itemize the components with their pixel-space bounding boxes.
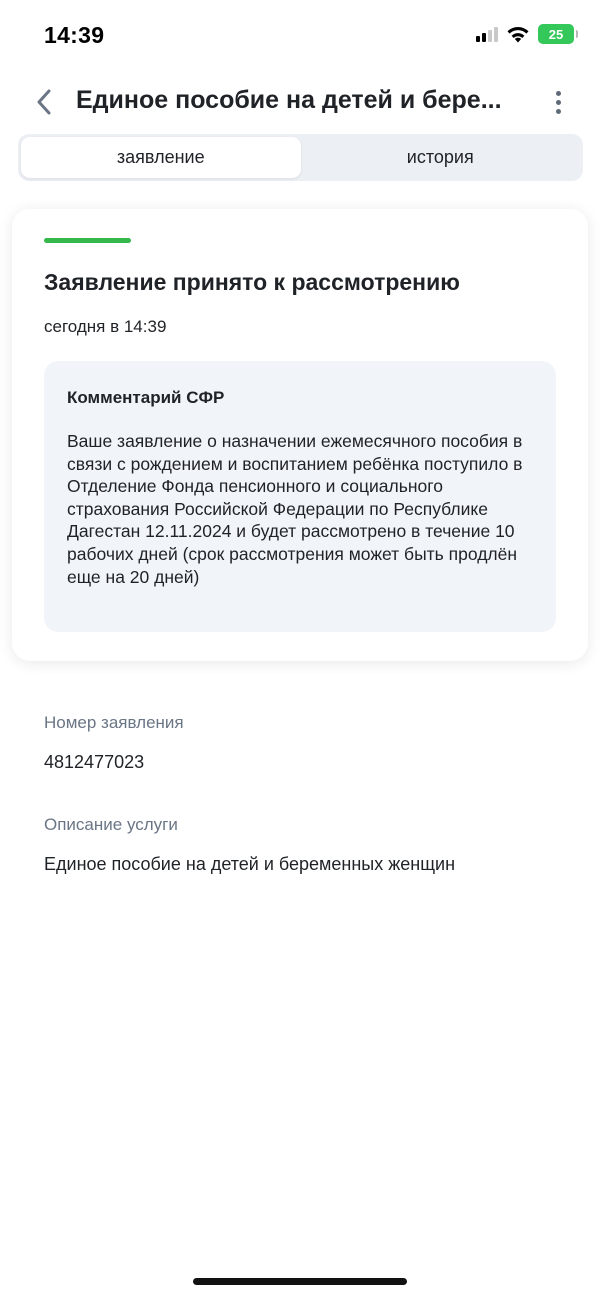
screen: 14:39 25 Единое пособие на детей и бере.… xyxy=(0,0,600,1297)
page-title: Единое пособие на детей и бере... xyxy=(76,86,502,114)
more-vertical-icon xyxy=(555,90,561,96)
service-description-label: Описание услуги xyxy=(44,815,178,834)
navigation-header: Единое пособие на детей и бере... xyxy=(0,80,600,124)
cellular-signal-icon xyxy=(476,26,498,42)
tab-history[interactable]: история xyxy=(301,137,581,178)
home-indicator[interactable] xyxy=(193,1278,407,1285)
status-indicator xyxy=(44,238,131,243)
status-time: 14:39 xyxy=(44,22,105,48)
back-button[interactable] xyxy=(26,82,62,122)
status-timestamp: сегодня в 14:39 xyxy=(44,317,167,336)
status-title: Заявление принято к рассмотрению xyxy=(44,269,460,295)
application-status-card: Заявление принято к рассмотрению сегодня… xyxy=(12,209,588,661)
battery-icon: 25 xyxy=(538,24,578,44)
segmented-tabs: заявление история xyxy=(18,134,583,181)
tab-application[interactable]: заявление xyxy=(21,137,301,178)
status-icons: 25 xyxy=(476,24,578,44)
application-number-label: Номер заявления xyxy=(44,713,184,732)
application-number-value: 4812477023 xyxy=(44,752,145,772)
comment-text: Ваше заявление о назначении ежемесячного… xyxy=(67,431,523,587)
comment-title: Комментарий СФР xyxy=(67,388,225,407)
more-options-button[interactable] xyxy=(546,84,570,120)
comment-box: Комментарий СФР Ваше заявление о назначе… xyxy=(44,361,556,632)
service-description-value: Единое пособие на детей и беременных жен… xyxy=(44,854,456,874)
chevron-left-icon xyxy=(37,89,51,115)
wifi-icon xyxy=(507,27,529,43)
battery-level: 25 xyxy=(548,26,564,42)
